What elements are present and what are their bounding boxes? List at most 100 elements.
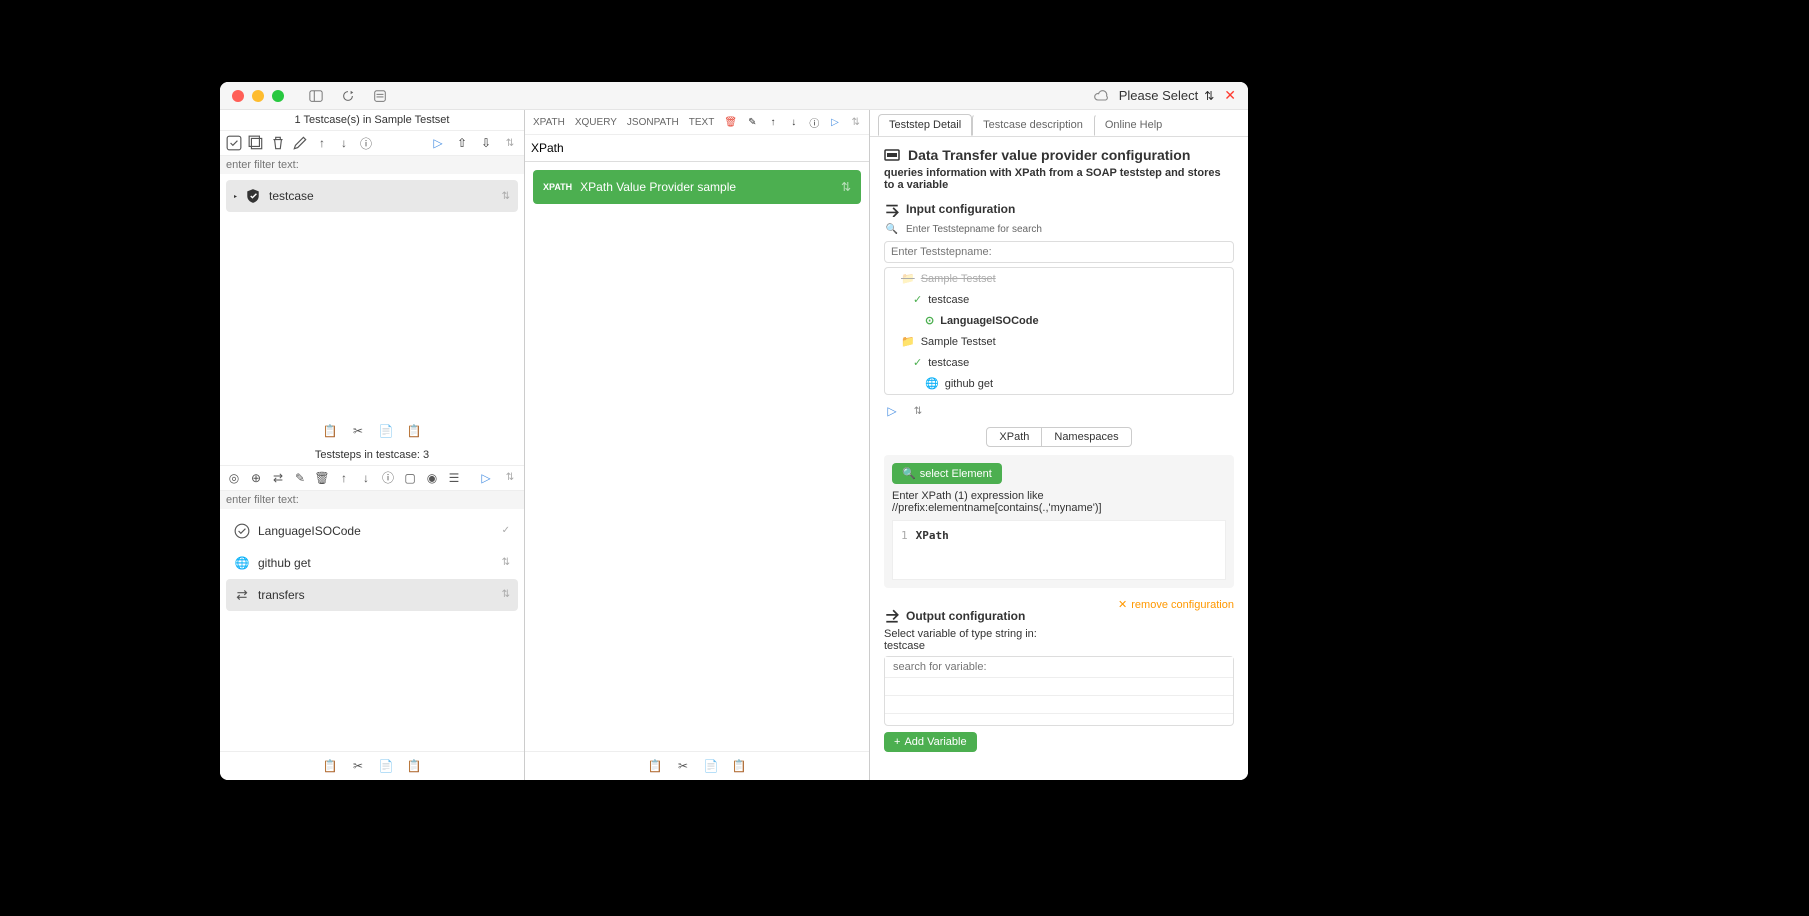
tree-testset-1[interactable]: 📁 Sample Testset bbox=[885, 268, 1233, 289]
xpath-code-editor[interactable]: 1XPath bbox=[892, 520, 1226, 580]
xpath-item-handle[interactable]: ⇅ bbox=[841, 180, 851, 194]
tree-testset-2[interactable]: 📁 Sample Testset bbox=[885, 331, 1233, 352]
tab-xquery[interactable]: XQUERY bbox=[575, 117, 617, 128]
tab-teststep-detail[interactable]: Teststep Detail bbox=[878, 114, 972, 136]
paste-icon[interactable]: 📄 bbox=[378, 758, 394, 774]
tree-testcase-1[interactable]: ✓ testcase bbox=[885, 289, 1233, 310]
step-info-icon[interactable]: ⓘ bbox=[380, 470, 396, 486]
teststep-label: transfers bbox=[258, 588, 305, 602]
step-list-icon[interactable]: ☰ bbox=[446, 470, 462, 486]
transfer-down-icon[interactable]: ↓ bbox=[788, 114, 799, 130]
tab-xpath[interactable]: XPATH bbox=[533, 117, 565, 128]
transfer-delete-icon[interactable]: 🗑 bbox=[724, 114, 737, 130]
testcase-filter-input[interactable] bbox=[220, 156, 524, 174]
cut-icon[interactable]: ✂ bbox=[350, 758, 366, 774]
inner-tab-namespaces[interactable]: Namespaces bbox=[1042, 427, 1131, 447]
step-transfer-icon[interactable]: ⇄ bbox=[270, 470, 286, 486]
clipboard-copy-icon[interactable]: 📋 bbox=[647, 758, 663, 774]
inner-tab-xpath[interactable]: XPath bbox=[986, 427, 1042, 447]
step-play-icon[interactable]: ▷ bbox=[478, 470, 494, 486]
tree-github-item[interactable]: 🌐 github get bbox=[885, 373, 1233, 394]
close-icon[interactable]: ✕ bbox=[1224, 87, 1236, 104]
step-down-icon[interactable]: ↓ bbox=[358, 470, 374, 486]
transfer-play-icon[interactable]: ▷ bbox=[830, 114, 841, 130]
xpath-item-label: XPath Value Provider sample bbox=[580, 180, 736, 194]
paste-icon[interactable]: 📄 bbox=[703, 758, 719, 774]
tree-actions: ▷ ⇅ bbox=[884, 403, 1234, 419]
search-hint: Enter Teststepname for search bbox=[906, 224, 1042, 235]
tree-play-icon[interactable]: ▷ bbox=[884, 403, 900, 419]
remove-config-link[interactable]: ✕ remove configuration bbox=[1118, 598, 1234, 611]
teststep-item-lang[interactable]: LanguageISOCode ✓ bbox=[226, 515, 518, 547]
teststep-item-github[interactable]: 🌐 github get ⇅ bbox=[226, 547, 518, 579]
up-icon[interactable]: ↑ bbox=[314, 135, 330, 151]
clipboard-copy-icon[interactable]: 📋 bbox=[322, 758, 338, 774]
step-circle-icon[interactable]: ◉ bbox=[424, 470, 440, 486]
import-icon[interactable]: ⇩ bbox=[478, 135, 494, 151]
paste2-icon[interactable]: 📋 bbox=[406, 423, 422, 439]
paste2-icon[interactable]: 📋 bbox=[731, 758, 747, 774]
mid-bottom-bar: 📋 ✂ 📄 📋 bbox=[525, 751, 869, 780]
paste-icon[interactable]: 📄 bbox=[378, 423, 394, 439]
refresh-icon[interactable] bbox=[340, 88, 356, 104]
teststep-tree: 📁 Sample Testset ✓ testcase ⊙ LanguageIS… bbox=[884, 267, 1234, 395]
play-icon[interactable]: ▷ bbox=[430, 135, 446, 151]
xpath-name-input[interactable] bbox=[525, 135, 869, 162]
sidebar-toggle-icon[interactable] bbox=[308, 88, 324, 104]
transfer-info-icon[interactable]: ⓘ bbox=[809, 114, 820, 130]
export-icon[interactable]: ⇧ bbox=[454, 135, 470, 151]
tab-jsonpath[interactable]: JSONPath bbox=[627, 117, 679, 128]
step-globe-icon[interactable]: ⊕ bbox=[248, 470, 264, 486]
detail-subtitle: queries information with XPath from a SO… bbox=[884, 167, 1234, 191]
step-handle-icon[interactable]: ⇅ bbox=[502, 470, 518, 486]
tree-handle-icon[interactable]: ⇅ bbox=[910, 403, 926, 419]
variable-row-empty bbox=[885, 678, 1233, 696]
teststep-search-input[interactable] bbox=[884, 241, 1234, 263]
window-minimize-button[interactable] bbox=[252, 90, 264, 102]
transfer-up-icon[interactable]: ↑ bbox=[768, 114, 779, 130]
tab-testcase-description[interactable]: Testcase description bbox=[972, 114, 1094, 136]
detail-title-row: Data Transfer value provider configurati… bbox=[884, 147, 1234, 163]
window-zoom-button[interactable] bbox=[272, 90, 284, 102]
handle-icon[interactable]: ⇅ bbox=[502, 135, 518, 151]
variable-search-input[interactable] bbox=[885, 657, 1233, 678]
step-delete-icon[interactable]: 🗑 bbox=[314, 470, 330, 486]
step-target-icon[interactable]: ◎ bbox=[226, 470, 242, 486]
cut-icon[interactable]: ✂ bbox=[350, 423, 366, 439]
transfer-handle-icon[interactable]: ⇅ bbox=[850, 114, 861, 130]
step-edit-icon[interactable]: ✎ bbox=[292, 470, 308, 486]
tree-testcase-2[interactable]: ✓ testcase bbox=[885, 352, 1233, 373]
testcase-handle[interactable]: ⇅ bbox=[502, 191, 510, 202]
teststep-handle[interactable]: ⇅ bbox=[502, 557, 510, 568]
variable-list bbox=[884, 656, 1234, 726]
cut-icon[interactable]: ✂ bbox=[675, 758, 691, 774]
select-all-icon[interactable] bbox=[226, 135, 242, 151]
input-config-header: Input configuration bbox=[884, 201, 1234, 217]
edit-icon[interactable] bbox=[292, 135, 308, 151]
list-icon[interactable] bbox=[372, 88, 388, 104]
select-element-button[interactable]: 🔍 select Element bbox=[892, 463, 1002, 484]
xpath-provider-item[interactable]: XPATH XPath Value Provider sample ⇅ bbox=[533, 170, 861, 204]
tree-lang-item[interactable]: ⊙ LanguageISOCode bbox=[885, 310, 1233, 331]
step-box-icon[interactable]: ▢ bbox=[402, 470, 418, 486]
step-up-icon[interactable]: ↑ bbox=[336, 470, 352, 486]
cloud-icon[interactable] bbox=[1093, 88, 1109, 104]
teststep-filter-input[interactable] bbox=[220, 491, 524, 509]
transfer-edit-icon[interactable]: ✎ bbox=[747, 114, 758, 130]
clipboard-copy-icon[interactable]: 📋 bbox=[322, 423, 338, 439]
info-icon[interactable]: ⓘ bbox=[358, 135, 374, 151]
delete-icon[interactable] bbox=[270, 135, 286, 151]
tab-text[interactable]: Text bbox=[689, 117, 715, 128]
tab-online-help[interactable]: Online Help bbox=[1094, 114, 1173, 136]
add-variable-button[interactable]: + Add Variable bbox=[884, 732, 977, 752]
testcase-item[interactable]: ▸ testcase ⇅ bbox=[226, 180, 518, 212]
xpath-hint: Enter XPath (1) expression like //prefix… bbox=[892, 490, 1226, 514]
testcase-clipboard-toolbar: 📋 ✂ 📄 📋 bbox=[220, 417, 524, 445]
window-close-button[interactable] bbox=[232, 90, 244, 102]
down-icon[interactable]: ↓ bbox=[336, 135, 352, 151]
paste2-icon[interactable]: 📋 bbox=[406, 758, 422, 774]
copy-icon[interactable] bbox=[248, 135, 264, 151]
teststep-item-transfers[interactable]: transfers ⇅ bbox=[226, 579, 518, 611]
detector-select[interactable]: Please Select ⇅ bbox=[1119, 88, 1215, 103]
teststep-handle[interactable]: ⇅ bbox=[502, 589, 510, 600]
